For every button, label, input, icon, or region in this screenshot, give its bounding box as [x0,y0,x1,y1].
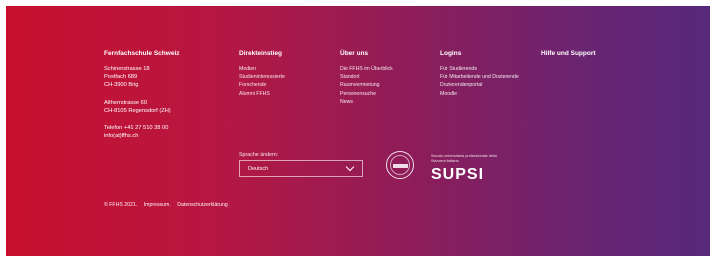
language-select[interactable]: Deutsch [239,160,363,177]
footer-link-studierende[interactable]: Für Studierende [440,65,519,73]
chevron-down-icon [345,162,355,172]
supsi-caption: Scuola universitaria professionale della… [431,154,497,163]
address-line: CH-8105 Regensdorf (ZH) [104,107,171,114]
supsi-logo[interactable]: SUPSI [431,166,484,184]
footer-link-forschende[interactable]: Forschende [239,81,285,89]
support-link[interactable]: Hilfe und Support [541,50,596,58]
language-selected-value: Deutsch [248,165,269,172]
footer-link-news[interactable]: News [340,98,393,106]
footer-link-studieninteressierte[interactable]: Studieninteressierte [239,73,285,81]
footer-link-standort[interactable]: Standort [340,73,393,81]
address-brig: Schinerstrasse 18 Postfach 689 CH-3900 B… [104,65,180,90]
privacy-link[interactable]: Datenschutzerklärung [177,202,227,208]
school-name: Fernfachschule Schweiz [104,50,180,57]
ueber-uns-column: Über uns Die FFHS im Überblick Standort … [340,50,393,106]
address-line: Altherrstrasse 60 [104,99,147,106]
school-column: Fernfachschule Schweiz Schinerstrasse 18… [104,50,180,140]
footer-link-dozierendenportal[interactable]: Dozierendenportal [440,81,519,89]
phone-link[interactable]: Telefon +41 27 510 38 00 [104,124,180,132]
support-column: Hilfe und Support [541,50,596,58]
footer-link-raumvermietung[interactable]: Raumvermietung [340,81,393,89]
column-title: Logins [440,50,462,57]
language-label: Sprache ändern: [239,152,279,158]
address-line: Postfach 689 [104,74,138,81]
direkteinstieg-column: Direkteinstieg Medien Studieninteressier… [239,50,285,98]
footer-link-moodle[interactable]: Moodle [440,90,519,98]
link-list: Für Studierende Für Mitarbeitende und Do… [440,65,519,98]
column-title: Direkteinstieg [239,50,282,57]
copyright-text: © FFHS 2021. [104,202,138,208]
footer-link-alumni[interactable]: Alumni FFHS [239,90,285,98]
column-title: Über uns [340,50,369,57]
seal-banner [393,164,408,168]
legal-bar: © FFHS 2021. Impressum. Datenschutzerklä… [104,202,228,208]
link-list: Die FFHS im Überblick Standort Raumvermi… [340,65,393,106]
link-list: Medien Studieninteressierte Forschende A… [239,65,285,98]
email-link[interactable]: info(at)ffhs.ch [104,132,180,140]
logins-column: Logins Für Studierende Für Mitarbeitende… [440,50,519,98]
accreditation-seal-icon [386,151,414,179]
contact-block: Telefon +41 27 510 38 00 info(at)ffhs.ch [104,124,180,140]
site-footer: Fernfachschule Schweiz Schinerstrasse 18… [6,6,710,256]
footer-link-medien[interactable]: Medien [239,65,285,73]
address-regensdorf: Altherrstrasse 60 CH-8105 Regensdorf (ZH… [104,99,180,115]
address-line: CH-3900 Brig [104,82,139,89]
footer-link-ueberblick[interactable]: Die FFHS im Überblick [340,65,393,73]
impressum-link[interactable]: Impressum. [144,202,171,208]
footer-link-mitarbeitende[interactable]: Für Mitarbeitende und Dozierende [440,73,519,81]
footer-link-personensuche[interactable]: Personensuche [340,90,393,98]
address-line: Schinerstrasse 18 [104,66,150,72]
